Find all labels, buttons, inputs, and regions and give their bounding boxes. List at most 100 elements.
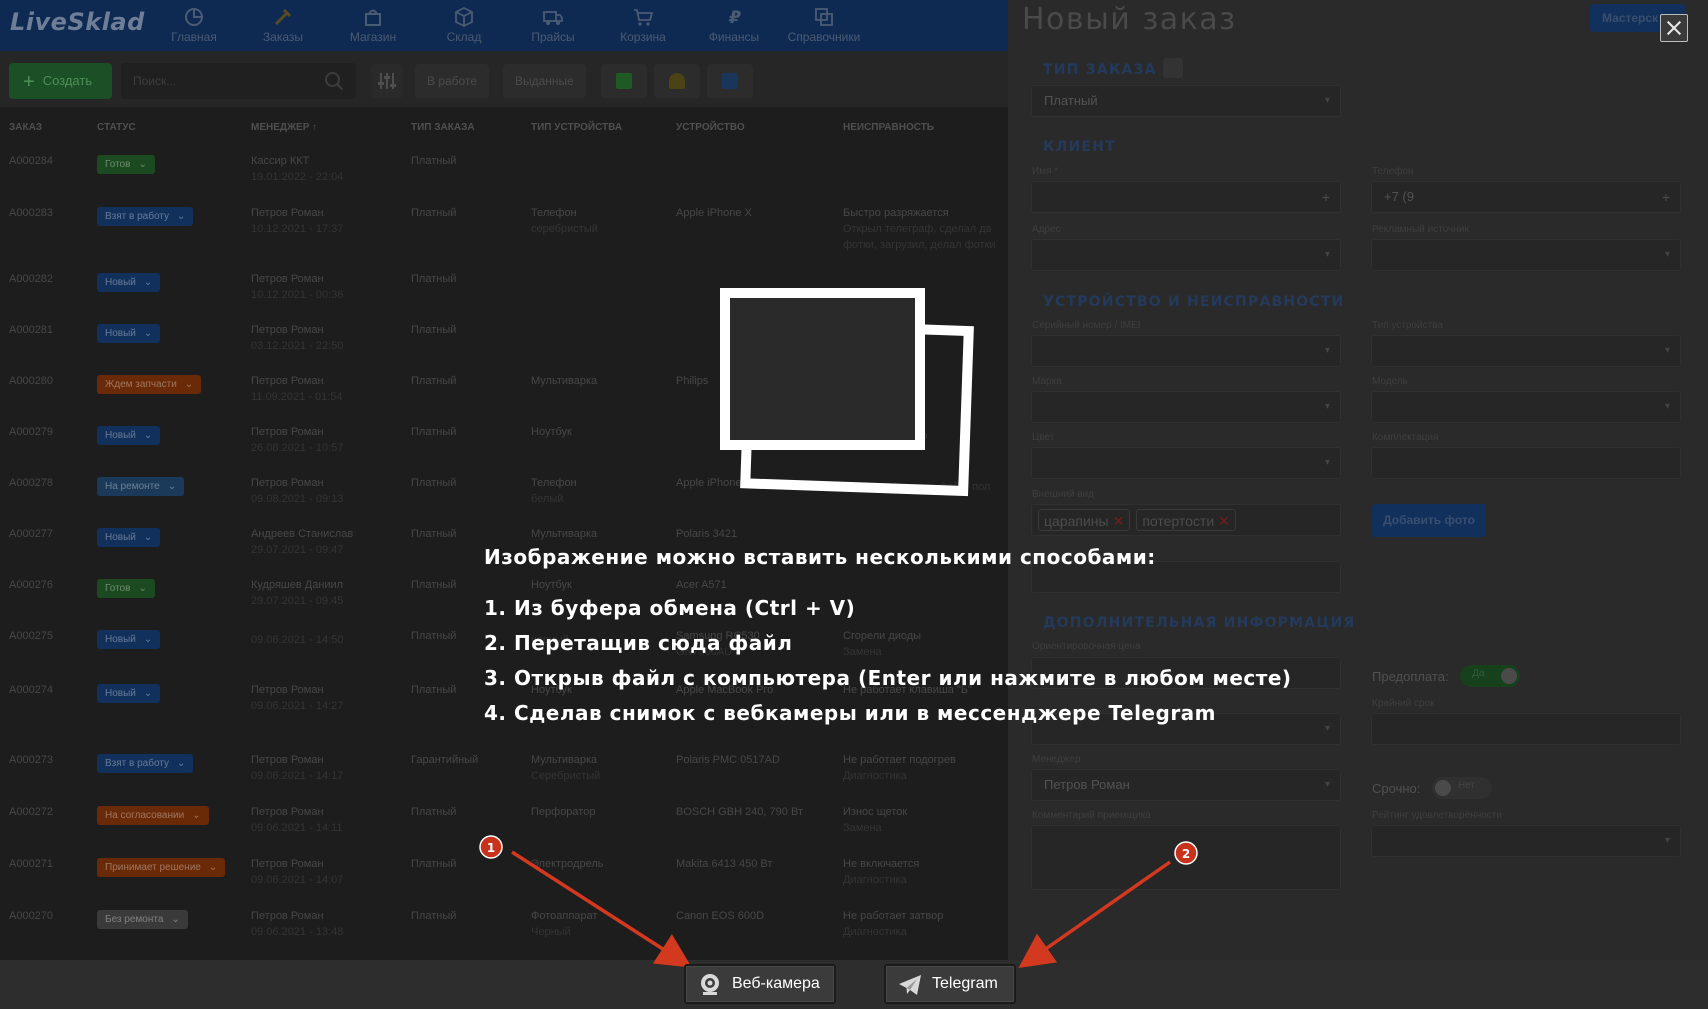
nav-item-1[interactable]: Главная: [152, 2, 236, 46]
device-type-select[interactable]: ▾: [1371, 335, 1681, 367]
nav-item-5[interactable]: Прайсы: [511, 2, 595, 46]
nav-item-label: Магазин: [349, 30, 397, 44]
deadline-field[interactable]: [1371, 713, 1681, 745]
order-id[interactable]: A000272: [9, 806, 53, 818]
order-date: 29.07.2021 - 09:45: [251, 595, 344, 607]
search-input[interactable]: Поиск...: [121, 63, 356, 99]
filter-card-button[interactable]: [707, 64, 753, 98]
status-badge[interactable]: Без ремонта: [97, 910, 188, 929]
order-type-select[interactable]: Платный ▾: [1031, 85, 1341, 117]
order-id[interactable]: A000276: [9, 579, 53, 591]
nav-item-4[interactable]: Склад: [422, 2, 506, 46]
filter-done-button[interactable]: [601, 64, 647, 98]
phone-field[interactable]: +7 (9 +: [1371, 181, 1681, 213]
order-id[interactable]: A000283: [9, 207, 53, 219]
prepay-toggle[interactable]: Да: [1460, 665, 1521, 687]
appearance-tags-field[interactable]: царапины ✕ потертости ✕: [1031, 504, 1341, 536]
status-badge[interactable]: Ждем запчасти: [97, 375, 202, 394]
appearance-tag[interactable]: царапины ✕: [1038, 509, 1131, 531]
order-id[interactable]: A000273: [9, 754, 53, 766]
webcam-button[interactable]: Веб-камера: [684, 964, 836, 1004]
appearance-tag[interactable]: потертости ✕: [1136, 509, 1236, 531]
add-icon[interactable]: +: [1662, 182, 1670, 212]
remove-tag-icon[interactable]: ✕: [1218, 513, 1230, 529]
checkmark-icon: [616, 73, 632, 89]
order-id[interactable]: A000280: [9, 375, 53, 387]
status-badge[interactable]: Принимает решение: [97, 858, 226, 877]
nav-item-3[interactable]: Магазин: [331, 2, 415, 46]
address-field[interactable]: ▾: [1031, 239, 1341, 271]
order-id[interactable]: A000284: [9, 155, 53, 167]
add-icon[interactable]: +: [1322, 182, 1330, 212]
status-badge[interactable]: Новый: [97, 630, 161, 649]
status-badge[interactable]: Новый: [97, 324, 161, 343]
deadline-label: Крайний срок: [1372, 698, 1435, 709]
col-order[interactable]: ЗАКАЗ: [9, 122, 42, 133]
col-status[interactable]: СТАТУС: [97, 122, 136, 133]
remove-tag-icon[interactable]: ✕: [1113, 513, 1125, 529]
ad-source-select[interactable]: ▾: [1371, 239, 1681, 271]
kit-field[interactable]: [1371, 447, 1681, 479]
order-id[interactable]: A000277: [9, 528, 53, 540]
order-type-cell: Платный: [411, 273, 457, 285]
col-device[interactable]: УСТРОЙСТВО: [676, 122, 745, 133]
manager-cell: Кассир ККТ 19.01.2022 - 22:04: [251, 155, 343, 183]
nav-item-7[interactable]: ₽ Финансы: [692, 2, 776, 46]
telegram-button[interactable]: Telegram: [884, 964, 1016, 1004]
order-type-section: ТИП ЗАКАЗА: [1043, 58, 1183, 78]
order-type-cell: Платный: [411, 858, 457, 870]
status-badge[interactable]: Готов: [97, 155, 155, 174]
tab-issued[interactable]: Выданные: [503, 64, 586, 98]
status-badge[interactable]: Новый: [97, 684, 161, 703]
brand-select[interactable]: ▾: [1031, 391, 1341, 423]
order-id[interactable]: A000278: [9, 477, 53, 489]
col-order-type[interactable]: ТИП ЗАКАЗА: [411, 122, 475, 133]
order-id[interactable]: A000275: [9, 630, 53, 642]
search-icon[interactable]: [324, 71, 344, 91]
status-badge[interactable]: На ремонте: [97, 477, 185, 496]
close-icon[interactable]: [1660, 14, 1688, 42]
add-photo-button[interactable]: Добавить фото: [1372, 504, 1486, 537]
cart-icon: [634, 9, 654, 26]
color-select[interactable]: ▾: [1031, 447, 1341, 479]
manager-select[interactable]: Петров Роман ▾: [1031, 769, 1341, 801]
fault-cell: Не работает подогрев Диагностика: [843, 754, 956, 782]
nav-item-8[interactable]: Справочники: [782, 2, 866, 46]
manager-label: Менеджер: [1032, 754, 1081, 765]
urgent-toggle[interactable]: Нет: [1431, 777, 1492, 799]
nav-item-2[interactable]: Заказы: [241, 2, 325, 46]
order-id[interactable]: A000274: [9, 684, 53, 696]
status-cell: Новый: [97, 273, 161, 292]
col-manager[interactable]: МЕНЕДЖЕР ↑: [251, 122, 317, 133]
model-select[interactable]: ▾: [1371, 391, 1681, 423]
name-field[interactable]: +: [1031, 181, 1341, 213]
status-badge[interactable]: Новый: [97, 528, 161, 547]
status-badge[interactable]: Взят в работу: [97, 207, 194, 226]
status-badge[interactable]: Новый: [97, 273, 161, 292]
status-cell: Готов: [97, 579, 155, 598]
gear-icon[interactable]: [1162, 58, 1183, 78]
status-badge[interactable]: Готов: [97, 579, 155, 598]
nav-item-6[interactable]: Корзина: [601, 2, 685, 46]
order-id[interactable]: A000279: [9, 426, 53, 438]
comment-textarea[interactable]: [1031, 825, 1341, 890]
create-order-button[interactable]: + Создать: [9, 63, 112, 99]
col-fault[interactable]: НЕИСПРАВНОСТЬ: [843, 122, 934, 133]
tab-in-work[interactable]: В работе: [415, 64, 490, 98]
status-badge[interactable]: Взят в работу: [97, 754, 194, 773]
order-id[interactable]: A000270: [9, 910, 53, 922]
serial-field[interactable]: ▾: [1031, 335, 1341, 367]
filter-person-button[interactable]: [654, 64, 700, 98]
order-id[interactable]: A000282: [9, 273, 53, 285]
status-cell: Взят в работу: [97, 754, 194, 773]
order-type-cell: Платный: [411, 375, 457, 387]
status-badge[interactable]: Новый: [97, 426, 161, 445]
order-id[interactable]: A000281: [9, 324, 53, 336]
rating-select[interactable]: ▾: [1371, 825, 1681, 857]
app-logo[interactable]: LiveSklad: [10, 8, 145, 36]
order-id[interactable]: A000271: [9, 858, 53, 870]
status-badge[interactable]: На согласовании: [97, 806, 209, 825]
filter-sliders-icon[interactable]: [371, 64, 403, 98]
method-open-file: 3. Открыв файл с компьютера (Enter или н…: [484, 666, 1292, 690]
col-device-type[interactable]: ТИП УСТРОЙСТВА: [531, 122, 622, 133]
